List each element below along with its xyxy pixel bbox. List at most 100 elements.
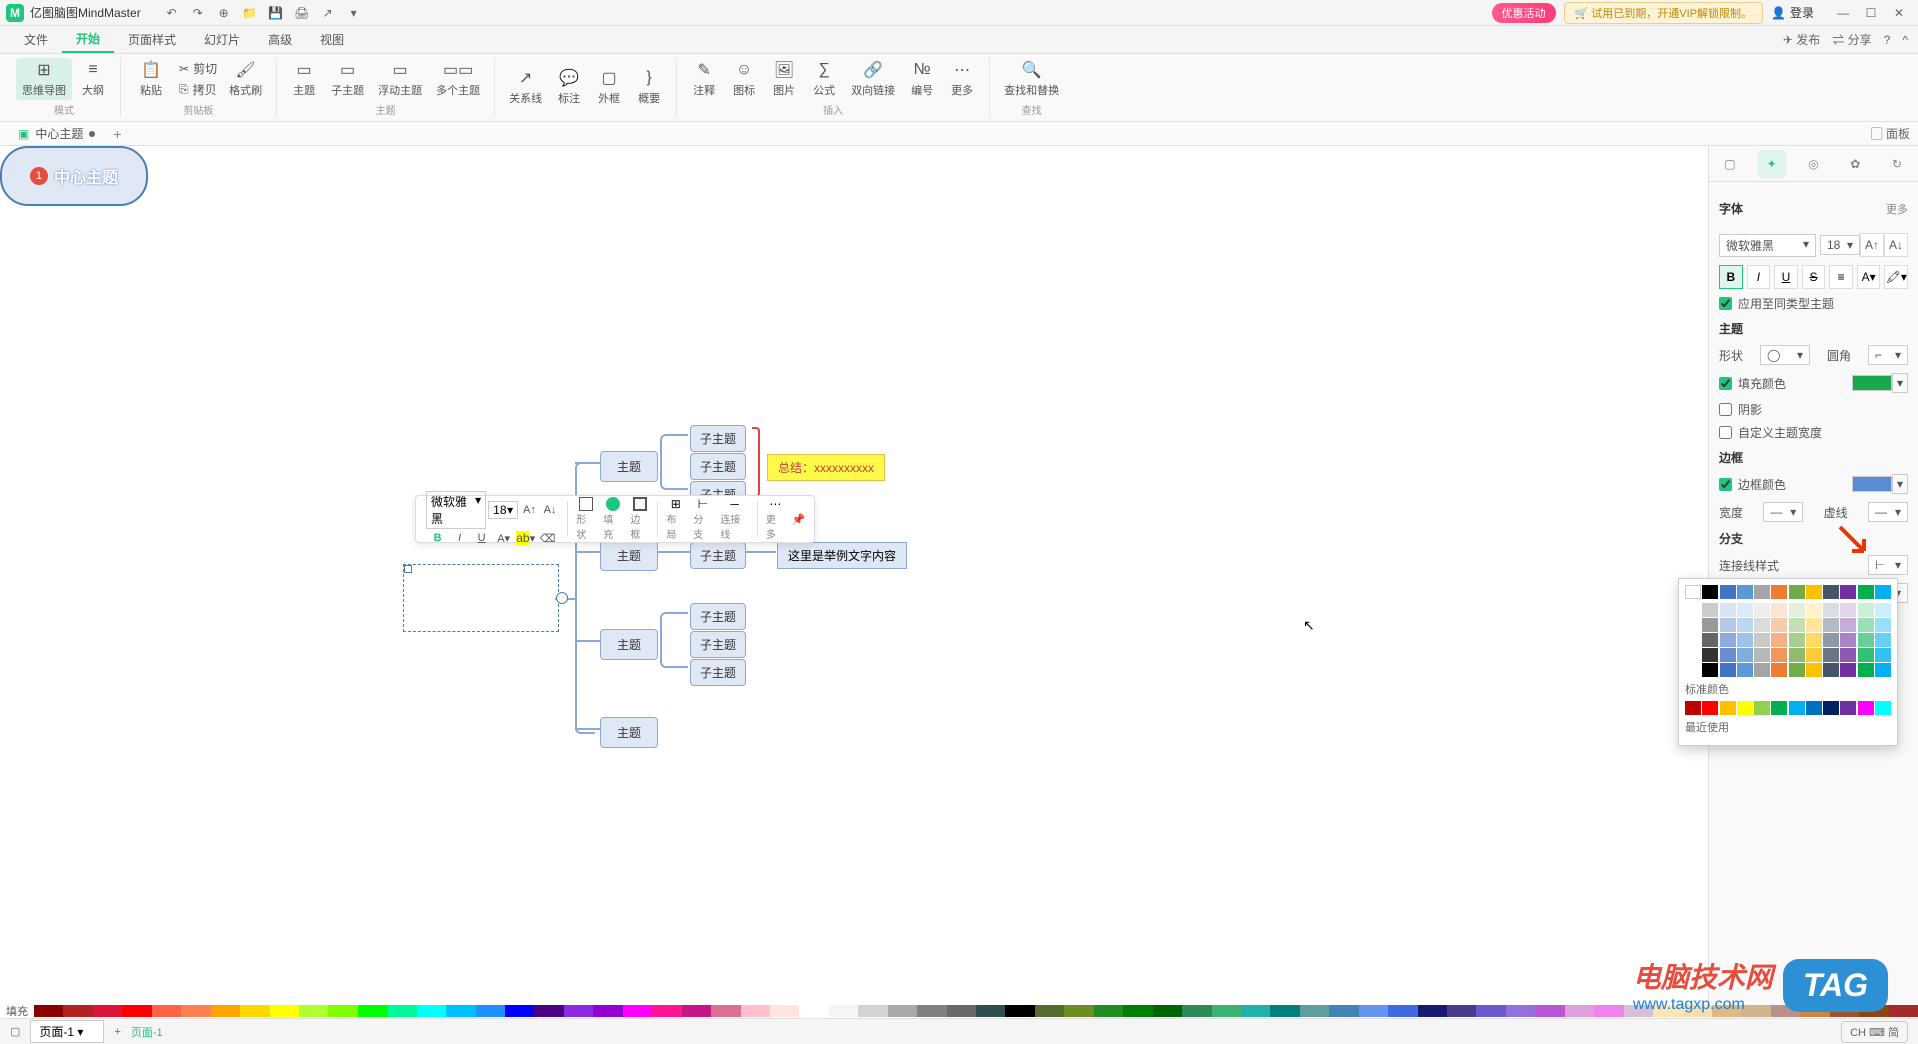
color-cell[interactable] <box>1771 633 1787 647</box>
color-cell[interactable] <box>1840 701 1856 715</box>
color-cell[interactable] <box>1754 603 1770 617</box>
ft-font-select[interactable]: 微软雅黑▾ <box>426 491 486 529</box>
color-cell[interactable] <box>1737 603 1753 617</box>
font-size-select[interactable]: 18▾ <box>1820 235 1860 255</box>
ft-underline[interactable]: U <box>472 529 492 547</box>
corner-select[interactable]: ⌐▾ <box>1868 345 1908 365</box>
highlight-button[interactable]: 🖍▾ <box>1884 265 1908 289</box>
color-cell[interactable] <box>1875 701 1891 715</box>
color-cell[interactable] <box>1771 701 1787 715</box>
color-cell[interactable] <box>1806 701 1822 715</box>
color-cell[interactable] <box>1858 585 1874 599</box>
save-button[interactable]: 💾 <box>265 2 287 24</box>
border-dash-select[interactable]: —▾ <box>1868 502 1908 522</box>
border-color-checkbox[interactable]: 边框颜色 <box>1719 476 1786 493</box>
color-cell[interactable] <box>1702 663 1718 677</box>
color-cell[interactable] <box>1823 585 1839 599</box>
color-cell[interactable] <box>1737 648 1753 662</box>
outline-mode-button[interactable]: ≡大纲 <box>74 58 112 100</box>
font-color-button[interactable]: A▾ <box>1857 265 1881 289</box>
multi-topic-button[interactable]: ▭▭多个主题 <box>430 58 486 100</box>
find-replace-button[interactable]: 🔍查找和替换 <box>998 58 1065 100</box>
color-cell[interactable] <box>1720 633 1736 647</box>
topic-node-2[interactable]: 主题 <box>600 540 658 571</box>
floating-topic-button[interactable]: ▭浮动主题 <box>372 58 428 100</box>
ime-indicator[interactable]: CH ⌨ 简 <box>1841 1021 1908 1043</box>
border-color-dropdown[interactable]: ▾ <box>1892 474 1908 494</box>
color-cell[interactable] <box>1789 663 1805 677</box>
page-list-button[interactable]: ▢ <box>10 1025 20 1038</box>
ft-highlight[interactable]: ab▾ <box>516 529 536 547</box>
color-cell[interactable] <box>1840 603 1856 617</box>
cut-button[interactable]: ✂剪切 <box>175 59 221 78</box>
numbering-button[interactable]: №编号 <box>903 58 941 100</box>
color-cell[interactable] <box>1823 648 1839 662</box>
color-cell[interactable] <box>1840 618 1856 632</box>
color-cell[interactable] <box>1875 633 1891 647</box>
italic-button[interactable]: I <box>1747 265 1771 289</box>
color-cell[interactable] <box>1858 648 1874 662</box>
ft-grow-font[interactable]: A↑ <box>520 501 539 519</box>
fill-color-swatch[interactable] <box>1852 375 1892 391</box>
ft-size-select[interactable]: 18▾ <box>488 501 518 519</box>
add-page-button[interactable]: + <box>114 1026 120 1038</box>
color-cell[interactable] <box>1858 618 1874 632</box>
close-button[interactable]: ✕ <box>1886 3 1912 23</box>
menu-start[interactable]: 开始 <box>62 26 114 53</box>
border-color-swatch[interactable] <box>1852 476 1892 492</box>
ft-shape[interactable]: 形状 <box>572 497 599 541</box>
color-cell[interactable] <box>1806 618 1822 632</box>
color-cell[interactable] <box>1789 603 1805 617</box>
shape-select[interactable]: ◯▾ <box>1760 345 1810 365</box>
menu-file[interactable]: 文件 <box>10 27 62 52</box>
boundary-button[interactable]: ▢外框 <box>590 66 628 108</box>
icon-button[interactable]: ☺图标 <box>725 58 763 100</box>
callout-node[interactable]: 这里是举例文字内容 <box>777 542 907 569</box>
paste-button[interactable]: 📋粘贴 <box>129 58 173 100</box>
color-cell[interactable] <box>1771 663 1787 677</box>
formula-button[interactable]: ∑公式 <box>805 58 843 100</box>
color-cell[interactable] <box>1685 585 1701 599</box>
color-cell[interactable] <box>1702 633 1718 647</box>
font-more-button[interactable]: 更多 <box>1886 201 1908 217</box>
summary-button[interactable]: }概要 <box>630 66 668 108</box>
color-cell[interactable] <box>1858 701 1874 715</box>
subtopic-button[interactable]: ▭子主题 <box>325 58 370 100</box>
color-cell[interactable] <box>1840 648 1856 662</box>
panel-tab-clipart[interactable]: ✿ <box>1841 150 1869 178</box>
color-cell[interactable] <box>1823 603 1839 617</box>
help-button[interactable]: ? <box>1884 33 1891 47</box>
align-button[interactable]: ≡ <box>1829 265 1853 289</box>
color-cell[interactable] <box>1720 585 1736 599</box>
color-cell[interactable] <box>1685 633 1701 647</box>
maximize-button[interactable]: ☐ <box>1858 3 1884 23</box>
page-select[interactable]: 页面-1 ▾ <box>30 1020 104 1043</box>
open-button[interactable]: 📁 <box>239 2 261 24</box>
ft-pin[interactable]: 📌 <box>789 510 808 528</box>
subtopic-node-2[interactable]: 子主题 <box>690 453 746 480</box>
shadow-checkbox[interactable]: 阴影 <box>1719 401 1908 418</box>
color-cell[interactable] <box>1685 701 1701 715</box>
bold-button[interactable]: B <box>1719 265 1743 289</box>
mindmap-mode-button[interactable]: ⊞思维导图 <box>16 58 72 100</box>
ft-shrink-font[interactable]: A↓ <box>541 501 560 519</box>
color-cell[interactable] <box>1737 701 1753 715</box>
border-width-select[interactable]: —▾ <box>1763 502 1803 522</box>
color-cell[interactable] <box>1875 585 1891 599</box>
color-cell[interactable] <box>1771 585 1787 599</box>
color-cell[interactable] <box>1702 701 1718 715</box>
trial-badge[interactable]: 🛒 试用已到期，开通VIP解锁限制。 <box>1564 2 1763 24</box>
color-cell[interactable] <box>1875 603 1891 617</box>
collapse-ribbon-button[interactable]: ^ <box>1902 33 1908 47</box>
color-cell[interactable] <box>1737 618 1753 632</box>
color-cell[interactable] <box>1806 663 1822 677</box>
panel-tab-style[interactable]: ✦ <box>1758 150 1786 178</box>
topic-node-3[interactable]: 主题 <box>600 629 658 660</box>
new-button[interactable]: ⊕ <box>213 2 235 24</box>
ft-font-color[interactable]: A▾ <box>494 529 514 547</box>
color-cell[interactable] <box>1720 701 1736 715</box>
color-cell[interactable] <box>1720 663 1736 677</box>
topic-node-4[interactable]: 主题 <box>600 717 658 748</box>
strike-button[interactable]: S <box>1802 265 1826 289</box>
grow-font-button[interactable]: A↑ <box>1860 233 1884 257</box>
